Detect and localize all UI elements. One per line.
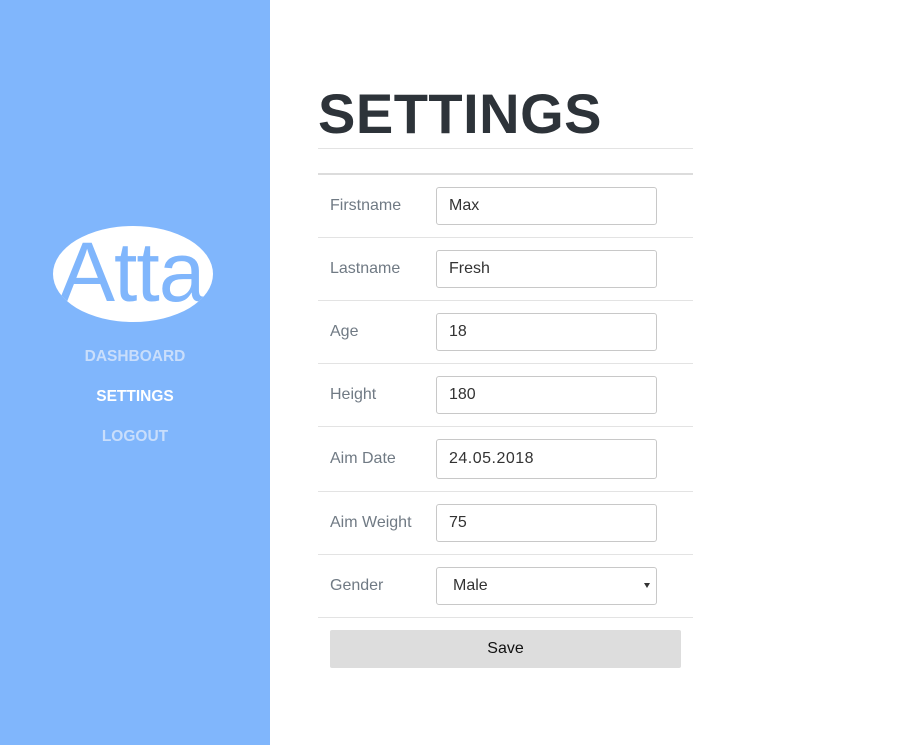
- form-row-aim-date: Aim Date: [318, 427, 693, 492]
- brand-logo-text: Atta: [59, 226, 205, 319]
- aim-weight-label: Aim Weight: [330, 514, 412, 531]
- lastname-label: Lastname: [330, 260, 401, 277]
- firstname-label: Firstname: [330, 197, 402, 214]
- height-label: Height: [330, 386, 377, 403]
- sidebar-nav: DASHBOARD SETTINGS LOGOUT: [0, 344, 270, 464]
- aim-weight-input[interactable]: [436, 504, 657, 542]
- form-row-gender: Gender Male: [318, 555, 693, 618]
- form-row-aim-weight: Aim Weight: [318, 492, 693, 555]
- nav-item-settings[interactable]: SETTINGS: [0, 384, 270, 424]
- form-row-firstname: Firstname: [318, 175, 693, 238]
- lastname-input[interactable]: [436, 250, 657, 288]
- gender-label: Gender: [330, 577, 384, 594]
- height-input[interactable]: [436, 376, 657, 414]
- sidebar: Atta DASHBOARD SETTINGS LOGOUT: [0, 0, 270, 745]
- settings-form: Firstname Lastname Age Height Aim Date A…: [318, 173, 693, 618]
- form-row-height: Height: [318, 364, 693, 427]
- form-row-age: Age: [318, 301, 693, 364]
- save-button[interactable]: Save: [330, 630, 681, 668]
- brand-logo[interactable]: Atta: [53, 226, 213, 322]
- aim-date-input[interactable]: [436, 439, 657, 479]
- firstname-input[interactable]: [436, 187, 657, 225]
- chevron-down-icon: [644, 583, 650, 588]
- nav-item-dashboard[interactable]: DASHBOARD: [0, 344, 270, 384]
- aim-date-label: Aim Date: [330, 450, 396, 467]
- nav-item-logout[interactable]: LOGOUT: [0, 424, 270, 464]
- gender-select[interactable]: Male: [436, 567, 657, 605]
- page-title: SETTINGS: [318, 82, 603, 145]
- form-row-lastname: Lastname: [318, 238, 693, 301]
- title-divider: [318, 148, 693, 149]
- gender-select-value: Male: [453, 577, 488, 594]
- age-label: Age: [330, 323, 359, 340]
- age-input[interactable]: [436, 313, 657, 351]
